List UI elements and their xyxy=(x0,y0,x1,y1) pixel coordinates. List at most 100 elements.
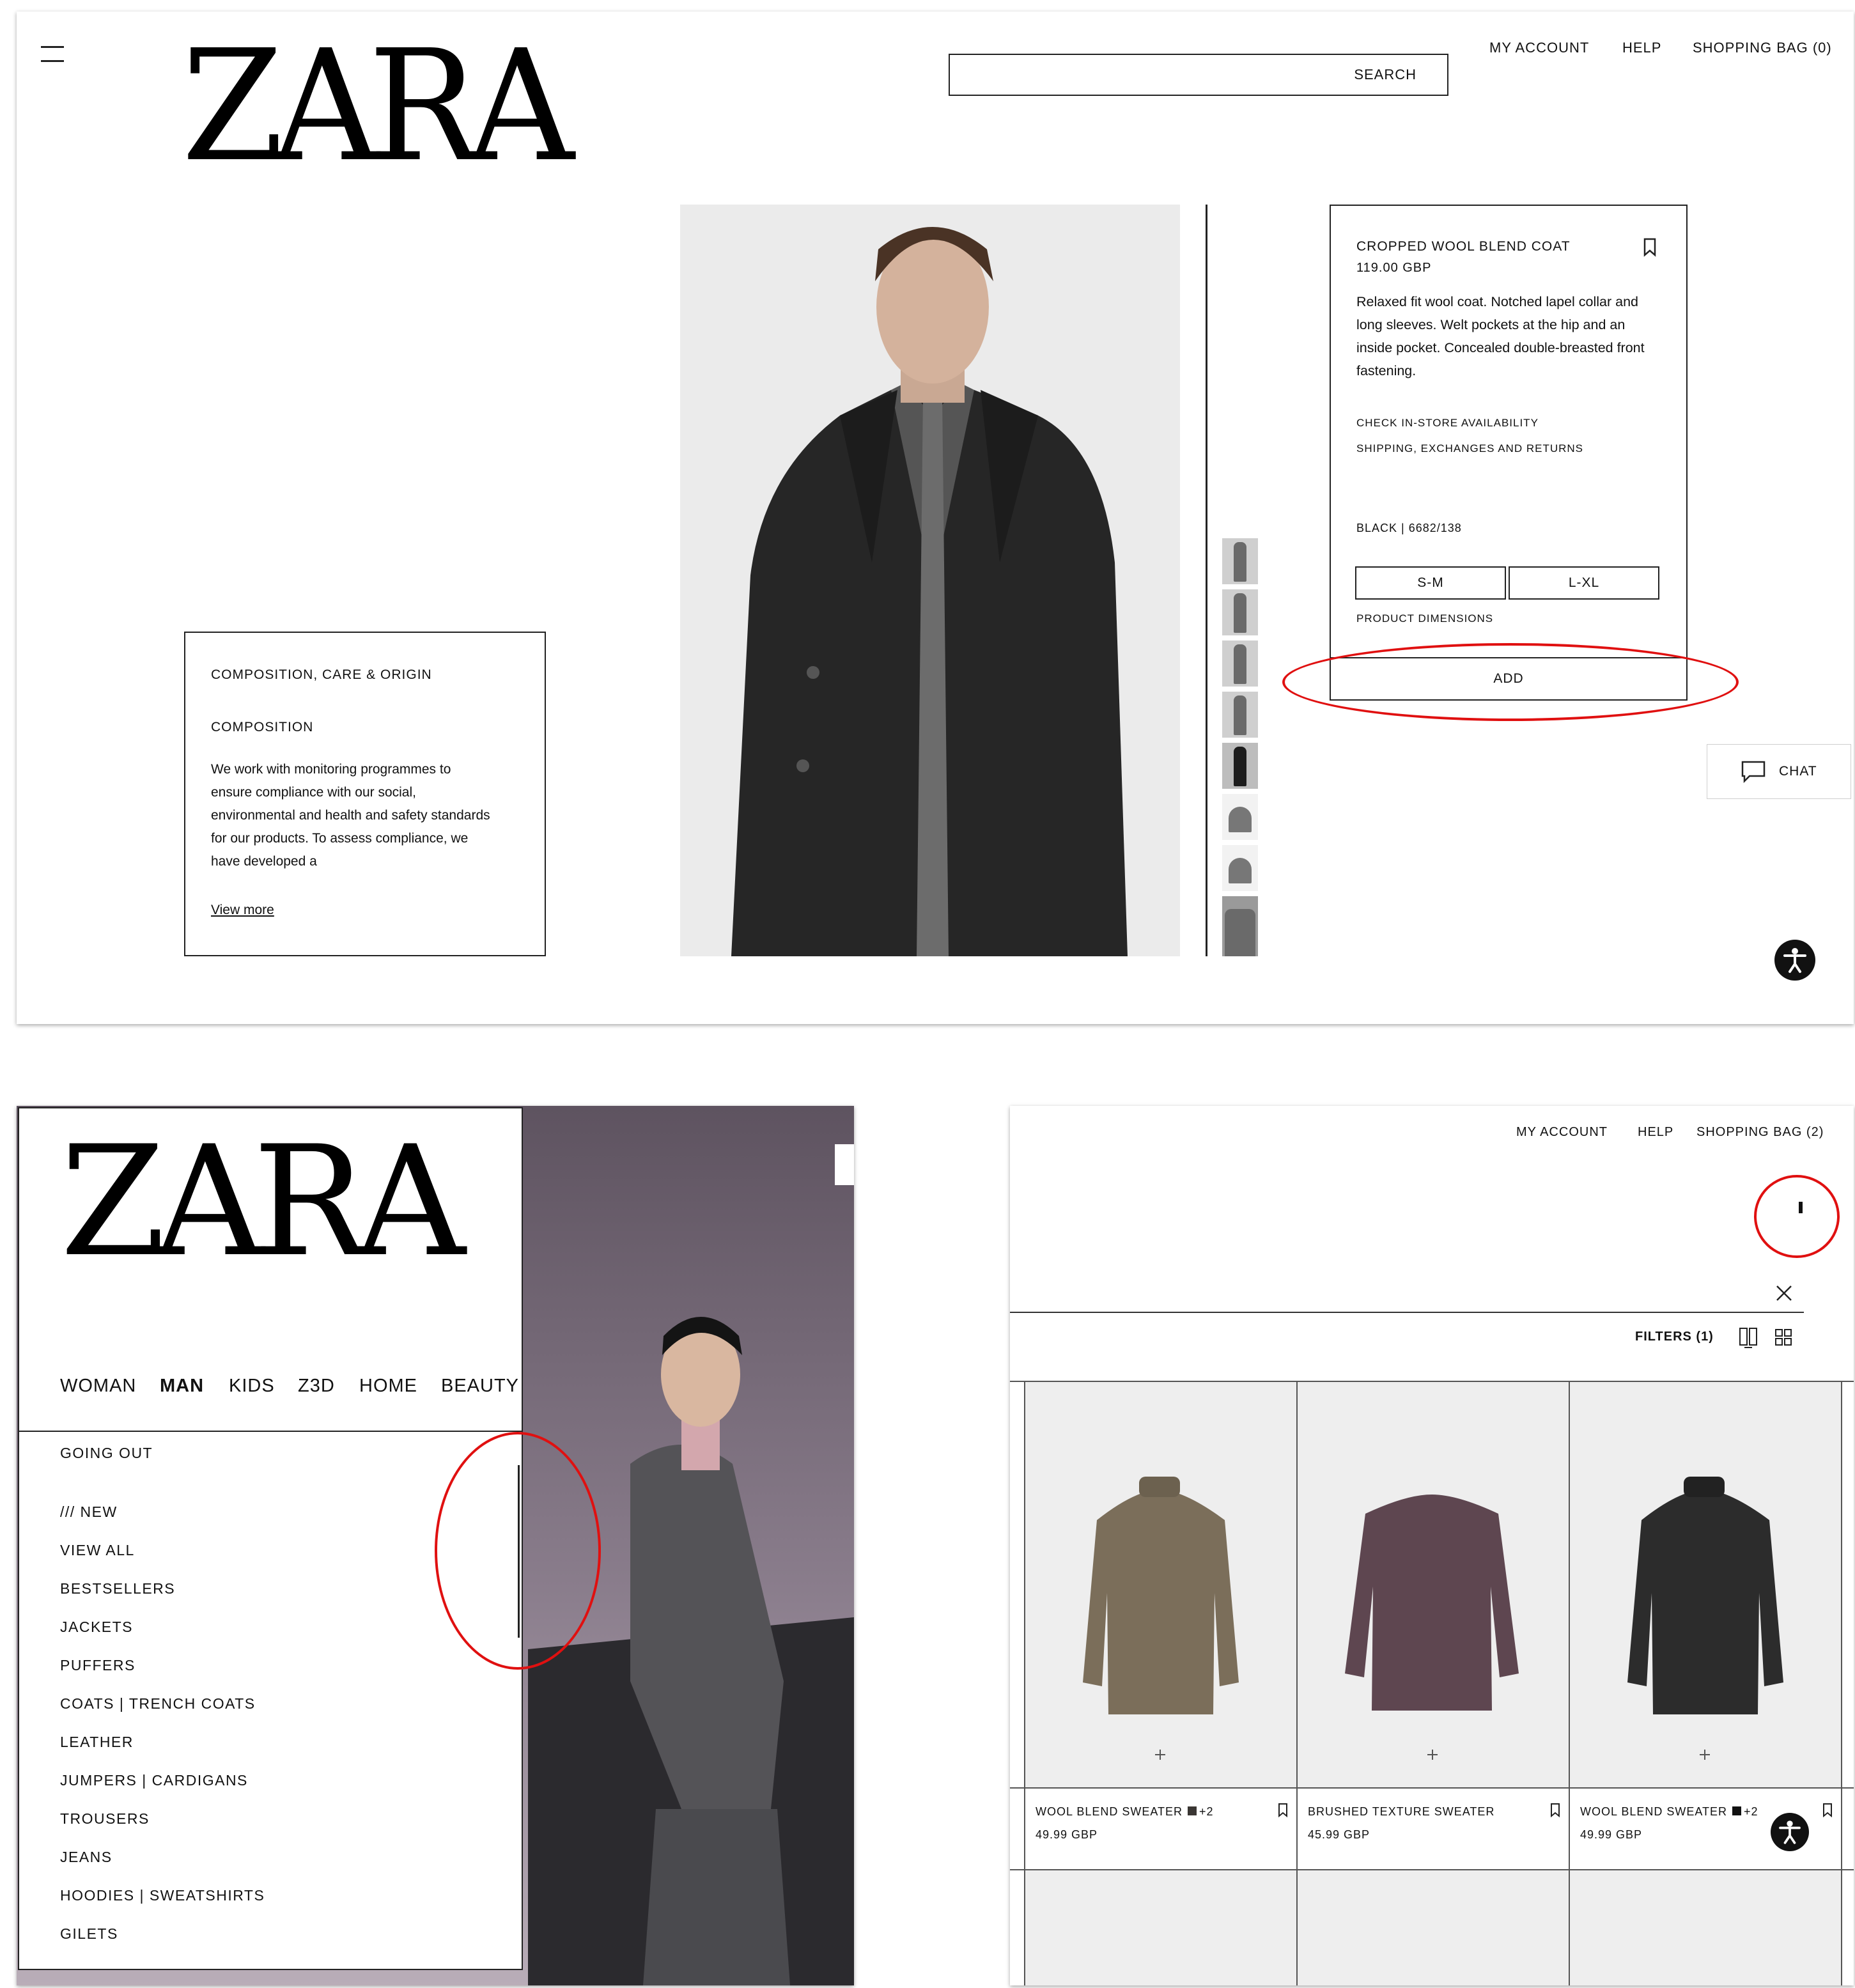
my-account-link[interactable]: MY ACCOUNT xyxy=(1489,40,1589,56)
product-main-image[interactable] xyxy=(680,205,1180,956)
chat-label: CHAT xyxy=(1779,764,1817,779)
menu-item-jeans[interactable]: JEANS xyxy=(60,1849,113,1866)
menu-divider xyxy=(19,1431,522,1432)
menu-item-coats-trench[interactable]: COATS | TRENCH COATS xyxy=(60,1695,256,1712)
store-availability-link[interactable]: CHECK IN-STORE AVAILABILITY xyxy=(1356,417,1539,430)
bookmark-icon[interactable] xyxy=(1642,238,1658,257)
menu-item-gilets[interactable]: GILETS xyxy=(60,1925,118,1943)
my-account-link[interactable]: MY ACCOUNT xyxy=(1516,1125,1608,1140)
quick-add-icon[interactable] xyxy=(1698,1748,1712,1762)
color-swatch-3[interactable] xyxy=(1732,1806,1741,1815)
product-price-3: 49.99 GBP xyxy=(1580,1828,1643,1841)
menu-item-hoodies-sweatshirts[interactable]: HOODIES | SWEATSHIRTS xyxy=(60,1887,265,1904)
product-info-box: CROPPED WOOL BLEND COAT 119.00 GBP Relax… xyxy=(1330,205,1688,491)
garment-shape xyxy=(1083,1489,1239,1714)
product-card-6[interactable] xyxy=(1570,1870,1841,1985)
highlight-ellipse-add xyxy=(1282,643,1739,721)
product-card-2[interactable] xyxy=(1298,1382,1569,1787)
shopping-bag-link[interactable]: SHOPPING BAG (0) xyxy=(1693,40,1832,56)
highlight-ellipse-scrollbar xyxy=(435,1432,601,1670)
product-price: 119.00 GBP xyxy=(1356,261,1432,275)
garment-shape xyxy=(1627,1489,1783,1714)
product-image-1 xyxy=(1083,1477,1239,1714)
zara-logo[interactable]: ZARA xyxy=(182,29,575,183)
product-name-1[interactable]: WOOL BLEND SWEATER xyxy=(1036,1805,1183,1819)
thumbnail-7[interactable] xyxy=(1222,845,1258,891)
menu-item-jackets[interactable]: JACKETS xyxy=(60,1619,133,1636)
product-price-1: 49.99 GBP xyxy=(1036,1828,1098,1841)
filters-button[interactable]: FILTERS (1) xyxy=(1635,1330,1714,1344)
menu-item-going-out[interactable]: GOING OUT xyxy=(60,1445,153,1462)
menu-item-view-all[interactable]: VIEW ALL xyxy=(60,1542,135,1559)
two-column-view-icon[interactable] xyxy=(1739,1327,1758,1349)
menu-item-trousers[interactable]: TROUSERS xyxy=(60,1810,150,1828)
size-option-l-xl[interactable]: L-XL xyxy=(1509,566,1659,600)
bookmark-icon[interactable] xyxy=(1277,1803,1289,1818)
search-input[interactable]: SEARCH xyxy=(949,54,1448,96)
size-option-s-m[interactable]: S-M xyxy=(1355,566,1506,600)
product-card-1[interactable] xyxy=(1025,1382,1296,1787)
highlight-ellipse-scroll-indicator xyxy=(1754,1175,1840,1258)
composition-text: We work with monitoring programmes to en… xyxy=(211,762,490,869)
menu-item-bestsellers[interactable]: BESTSELLERS xyxy=(60,1580,175,1597)
composition-subtitle: COMPOSITION xyxy=(211,720,314,734)
listing-panel: MY ACCOUNT HELP SHOPPING BAG (2) FILTERS… xyxy=(1010,1106,1854,1985)
category-z3d[interactable]: Z3D xyxy=(298,1376,335,1397)
thumbnail-3[interactable] xyxy=(1222,641,1258,687)
help-link[interactable]: HELP xyxy=(1638,1125,1673,1140)
product-dimensions-link[interactable]: PRODUCT DIMENSIONS xyxy=(1356,612,1493,625)
thumbnail-2[interactable] xyxy=(1222,589,1258,635)
product-image-2 xyxy=(1345,1495,1519,1711)
composition-title: COMPOSITION, CARE & ORIGIN xyxy=(211,667,432,682)
gallery-divider xyxy=(1206,205,1207,956)
color-swatch-1[interactable] xyxy=(1188,1806,1197,1815)
more-colors-1[interactable]: +2 xyxy=(1199,1805,1214,1819)
search-label: SEARCH xyxy=(1354,66,1416,82)
category-beauty[interactable]: BEAUTY xyxy=(441,1376,519,1397)
menu-icon[interactable] xyxy=(41,43,64,63)
thumbnail-1[interactable] xyxy=(1222,538,1258,584)
quick-add-icon[interactable] xyxy=(1153,1748,1167,1762)
menu-item-leather[interactable]: LEATHER xyxy=(60,1734,134,1751)
menu-item-jumpers-cardigans[interactable]: JUMPERS | CARDIGANS xyxy=(60,1772,248,1789)
model-figure xyxy=(680,205,1180,956)
product-name-3[interactable]: WOOL BLEND SWEATER xyxy=(1580,1805,1727,1819)
product-image-3 xyxy=(1627,1477,1783,1714)
product-card-3[interactable] xyxy=(1570,1382,1841,1787)
bookmark-icon[interactable] xyxy=(1549,1803,1561,1818)
view-more-link[interactable]: View more xyxy=(211,903,274,918)
chat-icon xyxy=(1741,761,1766,783)
bookmark-icon[interactable] xyxy=(1822,1803,1833,1818)
category-man[interactable]: MAN xyxy=(160,1376,204,1397)
thumbnail-6[interactable] xyxy=(1222,794,1258,840)
accessibility-icon[interactable] xyxy=(1771,1813,1809,1851)
product-card-5[interactable] xyxy=(1298,1870,1569,1985)
product-name-2[interactable]: BRUSHED TEXTURE SWEATER xyxy=(1308,1805,1494,1819)
grid-line xyxy=(1841,1382,1842,1985)
quick-add-icon[interactable] xyxy=(1425,1748,1440,1762)
shipping-returns-link[interactable]: SHIPPING, EXCHANGES AND RETURNS xyxy=(1356,442,1583,455)
shopping-bag-link[interactable]: SHOPPING BAG (2) xyxy=(1696,1125,1824,1140)
close-icon[interactable] xyxy=(1774,1284,1794,1303)
category-woman[interactable]: WOMAN xyxy=(60,1376,136,1397)
thumbnail-5-selected[interactable] xyxy=(1222,743,1258,789)
help-link[interactable]: HELP xyxy=(1622,40,1661,56)
menu-item-new[interactable]: /// NEW xyxy=(60,1503,118,1521)
category-home[interactable]: HOME xyxy=(359,1376,417,1397)
grid-view-icon[interactable] xyxy=(1774,1328,1792,1346)
product-card-4[interactable] xyxy=(1025,1870,1296,1985)
product-price-2: 45.99 GBP xyxy=(1308,1828,1370,1841)
color-code: BLACK | 6682/138 xyxy=(1356,522,1462,534)
composition-box: COMPOSITION, CARE & ORIGIN COMPOSITION W… xyxy=(184,632,546,956)
chat-button[interactable]: CHAT xyxy=(1707,744,1851,799)
menu-item-puffers[interactable]: PUFFERS xyxy=(60,1657,136,1674)
zara-logo-menu[interactable]: ZARA xyxy=(60,1126,465,1278)
garment-shape xyxy=(1345,1495,1519,1711)
grid-line xyxy=(1010,1787,1854,1789)
accessibility-icon[interactable] xyxy=(1774,940,1815,981)
product-name: CROPPED WOOL BLEND COAT xyxy=(1356,239,1571,254)
thumbnail-8[interactable] xyxy=(1222,896,1258,956)
more-colors-3[interactable]: +2 xyxy=(1744,1805,1758,1819)
category-kids[interactable]: KIDS xyxy=(229,1376,275,1397)
thumbnail-4[interactable] xyxy=(1222,692,1258,738)
